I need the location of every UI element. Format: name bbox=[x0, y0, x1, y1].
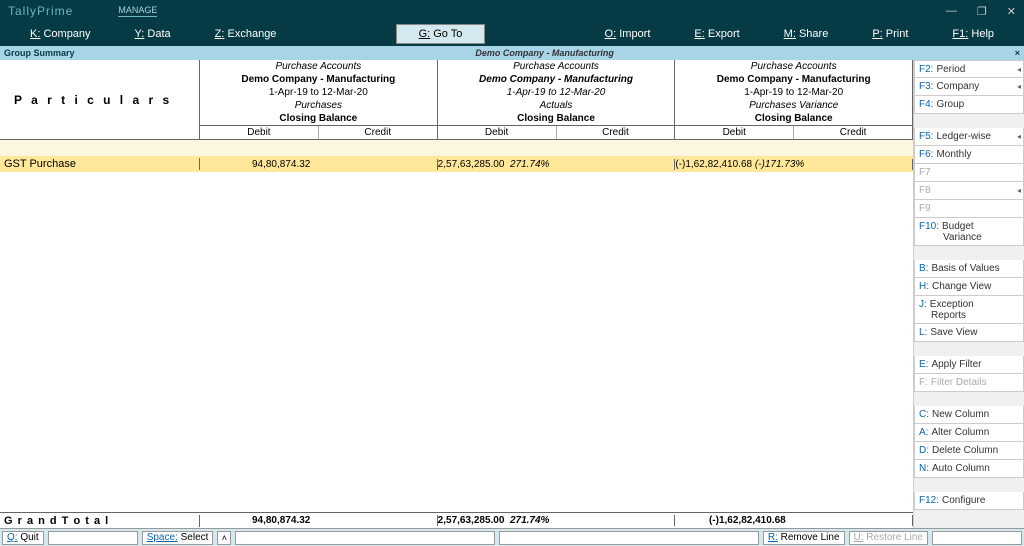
subtitle-bar: Group Summary Demo Company - Manufacturi… bbox=[0, 46, 1024, 60]
side-configure[interactable]: F12:Configure bbox=[914, 492, 1024, 510]
side-save-view[interactable]: L:Save View bbox=[914, 324, 1024, 342]
panel-close-icon[interactable]: × bbox=[1015, 48, 1024, 58]
menu-import[interactable]: O: Import bbox=[583, 25, 673, 43]
side-f9: F9 bbox=[914, 200, 1024, 218]
side-f6-monthly[interactable]: F6:Monthly bbox=[914, 146, 1024, 164]
data-grid[interactable]: GST Purchase 94,80,874.32 2,57,63,285.00… bbox=[0, 140, 913, 528]
side-delete-column[interactable]: D:Delete Column bbox=[914, 442, 1024, 460]
side-change-view[interactable]: H:Change View bbox=[914, 278, 1024, 296]
header-col2: Purchase Accounts Demo Company - Manufac… bbox=[438, 60, 676, 139]
report-area: P a r t i c u l a r s Purchase Accounts … bbox=[0, 60, 914, 528]
header-col1: Purchase Accounts Demo Company - Manufac… bbox=[200, 60, 438, 139]
side-f7: F7 bbox=[914, 164, 1024, 182]
table-row-selected[interactable]: GST Purchase 94,80,874.32 2,57,63,285.00… bbox=[0, 156, 913, 172]
menu-export[interactable]: E: Export bbox=[672, 25, 761, 43]
side-f4-group[interactable]: F4:Group bbox=[914, 96, 1024, 114]
menu-help[interactable]: F1: Help bbox=[930, 25, 1016, 43]
bottom-select[interactable]: Space: Select bbox=[142, 531, 214, 545]
side-f8[interactable]: F8◂ bbox=[914, 182, 1024, 200]
close-icon[interactable]: ✕ bbox=[1007, 5, 1016, 18]
menu-share[interactable]: M: Share bbox=[762, 25, 851, 43]
app-name: TallyPrime bbox=[8, 4, 73, 18]
company-title: Demo Company - Manufacturing bbox=[75, 48, 1015, 58]
window-controls: — ❐ ✕ bbox=[946, 5, 1016, 18]
menu-data[interactable]: Y: Data bbox=[113, 25, 193, 43]
column-headers: P a r t i c u l a r s Purchase Accounts … bbox=[0, 60, 913, 140]
group-summary-label: Group Summary bbox=[0, 48, 75, 58]
menu-company[interactable]: K: Company bbox=[8, 25, 113, 43]
bottom-empty3 bbox=[499, 531, 759, 545]
side-exception[interactable]: J:Exception Reports bbox=[914, 296, 1024, 324]
maximize-icon[interactable]: ❐ bbox=[977, 5, 987, 18]
bottom-quit[interactable]: Q: Quit bbox=[2, 531, 44, 545]
side-new-column[interactable]: C:New Column bbox=[914, 406, 1024, 424]
row-name: GST Purchase bbox=[0, 158, 200, 170]
side-panel: F2:Period◂ F3:Company◂ F4:Group F5:Ledge… bbox=[914, 60, 1024, 528]
side-filter-details: F:Filter Details bbox=[914, 374, 1024, 392]
bottom-remove[interactable]: R: Remove Line bbox=[763, 531, 845, 545]
side-auto-column[interactable]: N:Auto Column bbox=[914, 460, 1024, 478]
bottom-restore: U: Restore Line bbox=[849, 531, 928, 545]
manage-label[interactable]: MANAGE bbox=[118, 5, 157, 17]
side-basis[interactable]: B:Basis of Values bbox=[914, 260, 1024, 278]
menu-exchange[interactable]: Z: Exchange bbox=[193, 25, 299, 43]
minimize-icon[interactable]: — bbox=[946, 5, 957, 18]
table-row[interactable] bbox=[0, 140, 913, 156]
bottom-bar: Q: Quit Space: Select ˄ R: Remove Line U… bbox=[0, 528, 1024, 546]
side-alter-column[interactable]: A:Alter Column bbox=[914, 424, 1024, 442]
bottom-empty4 bbox=[932, 531, 1022, 545]
menu-print[interactable]: P: Print bbox=[850, 25, 930, 43]
header-col3: Purchase Accounts Demo Company - Manufac… bbox=[675, 60, 913, 139]
titlebar: TallyPrime MANAGE — ❐ ✕ bbox=[0, 0, 1024, 22]
side-f3-company[interactable]: F3:Company◂ bbox=[914, 78, 1024, 96]
header-particulars: P a r t i c u l a r s bbox=[0, 60, 200, 139]
bottom-empty1 bbox=[48, 531, 138, 545]
bottom-key-up[interactable]: ˄ bbox=[217, 531, 231, 545]
menu-goto[interactable]: G: Go To bbox=[396, 24, 486, 44]
side-f2-period[interactable]: F2:Period◂ bbox=[914, 60, 1024, 78]
menubar: K: Company Y: Data Z: Exchange G: Go To … bbox=[0, 22, 1024, 46]
side-f10-budget[interactable]: F10:Budget Variance bbox=[914, 218, 1024, 246]
grand-total-row: G r a n d T o t a l 94,80,874.32 2,57,63… bbox=[0, 512, 913, 528]
side-apply-filter[interactable]: E:Apply Filter bbox=[914, 356, 1024, 374]
bottom-empty2 bbox=[235, 531, 495, 545]
side-f5-ledger[interactable]: F5:Ledger-wise◂ bbox=[914, 128, 1024, 146]
